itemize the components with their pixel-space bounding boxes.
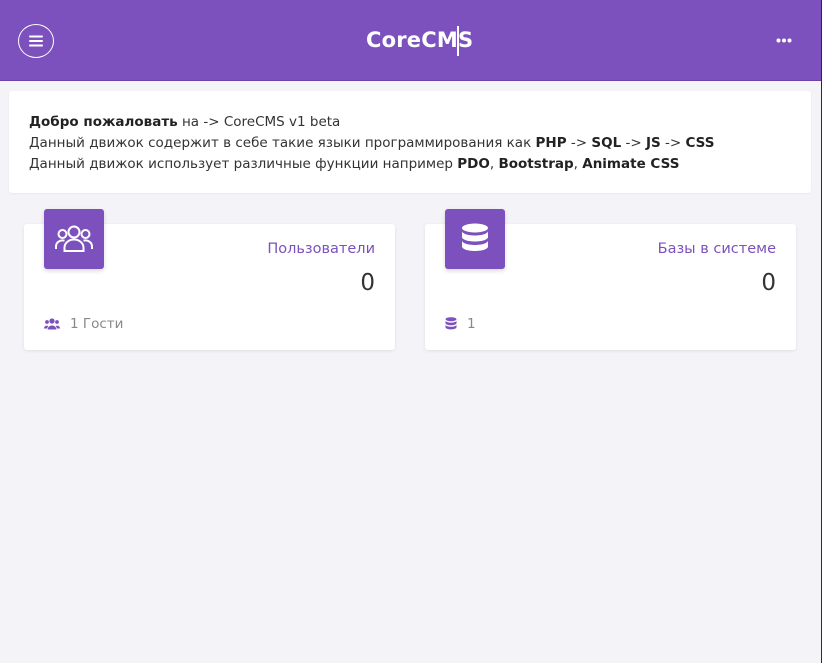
text-cursor xyxy=(457,26,459,56)
users-card-footer: 1 Гости xyxy=(44,316,123,332)
feature-animate-css: Animate CSS xyxy=(582,156,680,172)
lang-php: PHP xyxy=(535,135,567,151)
welcome-greeting: Добро пожаловать xyxy=(29,114,178,130)
languages-line: Данный движок содержит в себе такие язык… xyxy=(29,133,791,154)
arrow-sep: -> xyxy=(660,135,686,151)
languages-text: Данный движок содержит в себе такие язык… xyxy=(29,135,536,151)
database-icon xyxy=(445,317,457,330)
databases-card-title: Базы в системе xyxy=(657,241,776,257)
more-options-button[interactable] xyxy=(772,30,796,50)
users-card-icon-box xyxy=(44,209,104,269)
arrow-sep: -> xyxy=(566,135,592,151)
welcome-version: на -> CoreCMS v1 beta xyxy=(177,114,341,130)
databases-footer-count: 1 xyxy=(467,316,476,332)
databases-stat-card: Базы в системе 0 1 xyxy=(425,209,796,350)
users-card-title: Пользователи xyxy=(267,241,375,257)
arrow-sep: -> xyxy=(621,135,646,151)
menu-toggle-button[interactable] xyxy=(18,24,54,58)
databases-card-footer: 1 xyxy=(445,316,476,332)
welcome-panel: Добро пожаловать на -> CoreCMS v1 beta Д… xyxy=(9,91,811,193)
users-count: 0 xyxy=(360,270,375,296)
feature-pdo: PDO xyxy=(457,156,490,172)
welcome-line: Добро пожаловать на -> CoreCMS v1 beta xyxy=(29,112,791,133)
users-icon xyxy=(55,225,93,252)
database-icon xyxy=(462,223,488,251)
feature-bootstrap: Bootstrap xyxy=(498,156,574,172)
databases-count: 0 xyxy=(761,270,776,296)
hamburger-menu-icon xyxy=(29,35,43,47)
lang-js: JS xyxy=(645,135,661,151)
lang-css: CSS xyxy=(685,135,715,151)
comma-sep: , xyxy=(573,156,583,172)
databases-card-icon-box xyxy=(445,209,505,269)
guests-count: 1 Гости xyxy=(70,316,124,332)
more-horizontal-icon xyxy=(776,38,792,42)
users-icon xyxy=(44,318,60,330)
features-text: Данный движок использует различные функц… xyxy=(29,156,458,172)
features-line: Данный движок использует различные функц… xyxy=(29,154,791,175)
users-stat-card: Пользователи 0 1 Гости xyxy=(24,209,395,350)
lang-sql: SQL xyxy=(591,135,622,151)
top-navbar: CoreCMS xyxy=(0,0,822,81)
